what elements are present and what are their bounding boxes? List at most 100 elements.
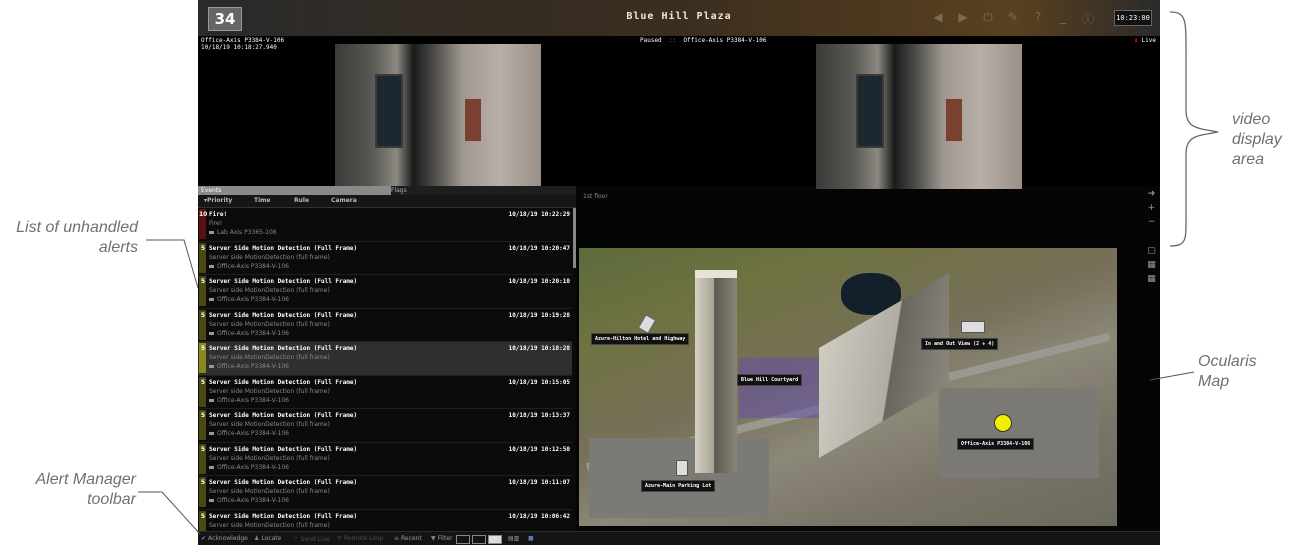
annotation-map: Ocularis Map — [1198, 353, 1257, 390]
door-shape — [856, 74, 884, 148]
camera-icon — [209, 398, 214, 402]
alert-row[interactable]: 5 Server Side Motion Detection (Full Fram… — [198, 342, 572, 376]
alert-time: 10/18/19 10:13:37 — [508, 412, 570, 419]
paused-text: Paused — [640, 37, 662, 44]
minimize-icon[interactable]: _ — [1057, 10, 1069, 27]
alert-description: Server side MotionDetection (full frame) — [209, 354, 330, 361]
camera-icon — [209, 432, 214, 435]
help-icon[interactable]: ? — [1032, 10, 1044, 27]
alert-list-scrollbar[interactable] — [573, 208, 576, 268]
filter-box-1[interactable] — [456, 535, 470, 544]
ocularis-map[interactable]: Azure-Hilton Hotel and Highway In and Ou… — [579, 248, 1117, 526]
alert-manager-toolbar: ✔ Acknowledge ♟ Locate ⌔ Send Live ⟳ Remote … — [198, 531, 1160, 545]
panel-icon[interactable]: ■ — [528, 535, 534, 542]
alert-title: Server Side Motion Detection (Full Frame… — [209, 412, 358, 419]
alert-priority: 5 — [200, 378, 206, 386]
alert-row[interactable]: 5 Server Side Motion Detection (Full Fram… — [198, 275, 572, 309]
locate-button[interactable]: ♟ Locate — [254, 535, 281, 542]
map-label-hilton[interactable]: Azure-Hilton Hotel and Highway — [591, 333, 690, 345]
tab-flags[interactable]: Flags — [388, 186, 579, 195]
column-priority[interactable]: ▾Priority — [204, 197, 232, 204]
filter-icon: ▼ — [431, 535, 436, 542]
annotation-pointer — [1149, 371, 1195, 381]
alert-row[interactable]: 5 Server Side Motion Detection (Full Fram… — [198, 409, 572, 443]
alert-time: 10/18/19 10:06:42 — [508, 512, 570, 520]
alert-camera-name: Office-Axis P3384-V-106 — [217, 430, 289, 437]
filter-button[interactable]: ▼ Filter — [431, 535, 452, 542]
alert-title: Server Side Motion Detection (Full Frame… — [209, 278, 358, 285]
remote-loop-button[interactable]: ⟳ Remote Loop — [337, 535, 383, 542]
alert-list: 10 Fire! 10/18/19 10:22:29 Fire! Lab Axis P3… — [198, 208, 572, 543]
paused-label: Paused :: Office-Axis P3384-V-106 — [640, 37, 767, 44]
info-icon[interactable]: ⓘ — [1082, 10, 1094, 27]
alert-title: Server Side Motion Detection (Full Frame… — [209, 479, 358, 486]
layout-single-icon[interactable]: ▢ — [1147, 247, 1156, 256]
layout-grid-icon[interactable]: ▦ — [1147, 261, 1156, 270]
back-arrow-icon[interactable]: ◀ — [932, 10, 944, 27]
alert-description: Server side MotionDetection (full frame) — [209, 421, 330, 428]
parking-lot — [589, 438, 769, 518]
camera-icon — [209, 465, 214, 469]
alert-priority: 5 — [200, 311, 206, 319]
map-label-office[interactable]: Office-Axis P3384-V-106 — [957, 438, 1035, 450]
camera-icon — [209, 231, 214, 234]
alert-row[interactable]: 5 Server Side Motion Detection (Full Fram… — [198, 309, 572, 342]
alert-priority: 5 — [200, 412, 206, 419]
view-toggle-icon[interactable]: ▤▥ — [508, 535, 519, 542]
annotation-toolbar: Alert Manager toolbar — [35, 471, 137, 508]
arrow-right-icon[interactable]: ➜ — [1147, 190, 1156, 199]
forward-arrow-icon[interactable]: ▶ — [957, 10, 969, 27]
power-icon[interactable]: ⏻ — [982, 10, 994, 27]
annotation-unhandled-alerts: List of unhandled alerts — [16, 219, 138, 256]
column-time[interactable]: Time — [254, 197, 270, 204]
settings-icon[interactable]: ✎ — [1007, 10, 1019, 27]
active-camera-pin-icon[interactable] — [994, 414, 1012, 432]
right-camera-name: Office-Axis P3384-V-106 — [683, 37, 767, 44]
broadcast-icon: ⌔ — [293, 536, 299, 543]
alert-camera: Office-Axis P3384-V-106 — [209, 296, 289, 303]
filter-box-3[interactable] — [488, 535, 502, 544]
alert-title: Server Side Motion Detection (Full Frame… — [209, 512, 358, 520]
left-camera-timestamp: 10/18/19 10:18:27.940 — [201, 44, 277, 51]
title-bar-icons: ◀ ▶ ⏻ ✎ ? _ ⓘ — [932, 10, 1094, 27]
layout-grid-large-icon[interactable]: ▦ — [1147, 275, 1156, 284]
acknowledge-label: Acknowledge — [208, 535, 248, 542]
alert-description: Server side MotionDetection (full frame) — [209, 454, 330, 462]
alert-row[interactable]: 5 Server Side Motion Detection (Full Fram… — [198, 443, 572, 476]
alert-row[interactable]: 5 Server Side Motion Detection (Full Fram… — [198, 376, 572, 409]
zoom-out-icon[interactable]: − — [1147, 218, 1156, 227]
alert-camera: Office-Axis P3384-V-106 — [209, 263, 289, 270]
camera-group-icon[interactable] — [961, 321, 985, 333]
left-video-frame[interactable] — [335, 44, 541, 189]
map-label-in-out[interactable]: In and Out View (2 + 4) — [921, 338, 999, 350]
send-live-button[interactable]: ⌔ Send Live — [293, 535, 330, 543]
person-icon: ♟ — [254, 535, 260, 542]
acknowledge-button[interactable]: ✔ Acknowledge — [201, 535, 248, 542]
column-camera[interactable]: Camera — [331, 197, 357, 204]
clock: 10:23:00 — [1114, 10, 1152, 26]
column-rule[interactable]: Rule — [294, 197, 309, 204]
alert-title: Server Side Motion Detection (Full Frame… — [209, 345, 358, 352]
camera-icon — [209, 298, 214, 301]
alert-row[interactable]: 10 Fire! 10/18/19 10:22:29 Fire! Lab Axis P3… — [198, 208, 572, 242]
filter-box-2[interactable] — [472, 535, 486, 544]
camera-pin-icon[interactable] — [637, 314, 657, 334]
alert-row[interactable]: 5 Server Side Motion Detection (Full Fram… — [198, 242, 572, 275]
recent-button[interactable]: ≡ Recent — [394, 535, 422, 542]
send-live-label: Send Live — [300, 536, 330, 543]
tab-events[interactable]: Events — [198, 186, 391, 195]
zoom-in-icon[interactable]: + — [1147, 204, 1156, 213]
alert-list-panel: Events Flags ▾Priority Time Rule Camera … — [198, 186, 579, 543]
alert-row[interactable]: 5 Server Side Motion Detection (Full Fram… — [198, 476, 572, 510]
alert-time: 10/18/19 10:20:10 — [508, 278, 570, 285]
camera-pin-icon[interactable] — [676, 460, 688, 476]
alert-time: 10/18/19 10:18:28 — [508, 345, 570, 352]
alert-description: Server side MotionDetection (full frame) — [209, 488, 330, 495]
map-label-courtyard[interactable]: Blue Hill Courtyard — [737, 374, 803, 386]
alert-description: Server side MotionDetection (full frame) — [209, 521, 330, 529]
alert-time: 10/18/19 10:19:28 — [508, 311, 570, 319]
list-icon: ≡ — [394, 535, 400, 542]
right-video-frame[interactable] — [816, 44, 1022, 189]
map-label-parking[interactable]: Azure-Main Parking Lot — [641, 480, 716, 492]
alert-description: Server side MotionDetection (full frame) — [209, 320, 330, 328]
